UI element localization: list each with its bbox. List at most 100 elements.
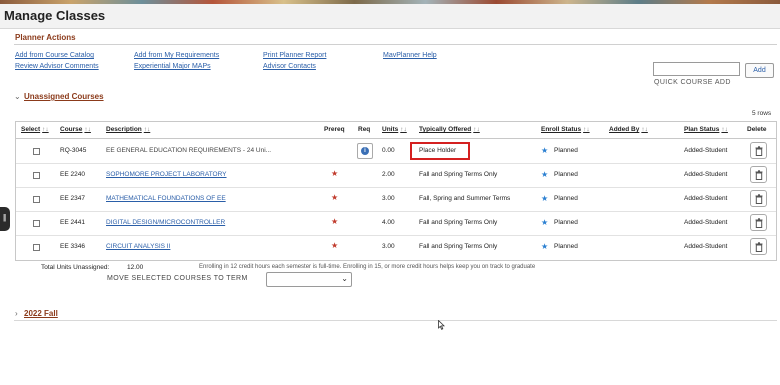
star-icon: ★: [541, 194, 549, 203]
delete-button[interactable]: [750, 166, 767, 183]
plan-status-value: Added-Student: [684, 147, 728, 154]
move-courses-label: MOVE SELECTED COURSES TO TERM: [107, 275, 248, 282]
chevron-right-icon[interactable]: ›: [15, 309, 18, 318]
delete-button[interactable]: [750, 190, 767, 207]
col-req: Req: [358, 126, 371, 133]
star-icon[interactable]: ★: [331, 217, 338, 226]
trash-icon: [755, 146, 763, 156]
units-value: 4.00: [382, 219, 395, 226]
units-value: 0.00: [382, 147, 395, 154]
course-code: EE 2240: [60, 171, 85, 178]
course-description-link[interactable]: CIRCUIT ANALYSIS II: [106, 243, 170, 250]
star-icon[interactable]: ★: [331, 241, 338, 250]
advisor-contacts-link[interactable]: Advisor Contacts: [263, 63, 316, 70]
course-code: EE 2347: [60, 195, 85, 202]
enroll-status-value: Planned: [554, 219, 578, 226]
col-added-by[interactable]: Added By ↑↓: [609, 126, 648, 133]
enroll-status-value: Planned: [554, 171, 578, 178]
star-icon: ★: [541, 146, 549, 155]
course-code: EE 2441: [60, 219, 85, 226]
plan-status-value: Added-Student: [684, 243, 728, 250]
delete-button[interactable]: [750, 142, 767, 159]
divider: [14, 44, 777, 45]
enroll-status-value: Planned: [554, 195, 578, 202]
typically-offered-value: Fall, Spring and Summer Terms: [419, 195, 511, 202]
col-prereq: Prereq: [324, 126, 345, 133]
trash-icon: [755, 218, 763, 228]
table-row: EE 2240 SOPHOMORE PROJECT LABORATORY ★ 2…: [16, 163, 776, 188]
table-row: EE 2347 MATHEMATICAL FOUNDATIONS OF EE ★…: [16, 187, 776, 212]
table-row: RQ-3045 EE GENERAL EDUCATION REQUIREMENT…: [16, 139, 776, 164]
star-icon: ★: [541, 218, 549, 227]
table-row: EE 3346 CIRCUIT ANALYSIS II ★ 3.00 Fall …: [16, 235, 776, 259]
col-typically-offered[interactable]: Typically Offered ↑↓: [419, 126, 480, 133]
col-enroll-status[interactable]: Enroll Status ↑↓: [541, 126, 590, 133]
delete-button[interactable]: [750, 214, 767, 231]
select-checkbox[interactable]: [33, 196, 40, 203]
select-checkbox[interactable]: [33, 148, 40, 155]
experiential-major-maps-link[interactable]: Experiential Major MAPs: [134, 63, 211, 70]
star-icon: ★: [541, 170, 549, 179]
title-bar: Manage Classes: [0, 4, 780, 29]
course-description-link[interactable]: DIGITAL DESIGN/MICROCONTROLLER: [106, 219, 225, 226]
info-icon[interactable]: i: [357, 143, 373, 159]
mavplanner-help-link[interactable]: MavPlanner Help: [383, 52, 437, 59]
table-header: Select ↑↓ Course ↑↓ Description ↑↓ Prereq R…: [16, 122, 776, 139]
total-units-label: Total Units Unassigned:: [41, 264, 110, 271]
units-value: 3.00: [382, 195, 395, 202]
enroll-status-value: Planned: [554, 243, 578, 250]
star-icon: ★: [541, 242, 549, 251]
add-from-requirements-link[interactable]: Add from My Requirements: [134, 52, 219, 59]
trash-icon: [755, 170, 763, 180]
col-select[interactable]: Select ↑↓: [21, 126, 49, 133]
row-count: 5 rows: [752, 110, 772, 117]
col-plan-status[interactable]: Plan Status ↑↓: [684, 126, 728, 133]
plan-status-value: Added-Student: [684, 195, 728, 202]
mouse-cursor-icon: [438, 320, 445, 330]
table-row: EE 2441 DIGITAL DESIGN/MICROCONTROLLER ★…: [16, 211, 776, 236]
unassigned-courses-toggle[interactable]: Unassigned Courses: [24, 92, 104, 101]
unassigned-courses-table: Select ↑↓ Course ↑↓ Description ↑↓ Prereq R…: [15, 121, 777, 261]
select-checkbox[interactable]: [33, 244, 40, 251]
enroll-status-value: Planned: [554, 147, 578, 154]
quick-course-add-label: QUICK COURSE ADD: [654, 79, 731, 86]
drag-handle-icon: ||: [3, 213, 6, 222]
chevron-down-icon[interactable]: ⌄: [14, 92, 21, 101]
add-from-course-catalog-link[interactable]: Add from Course Catalog: [15, 52, 94, 59]
review-advisor-comments-link[interactable]: Review Advisor Comments: [15, 63, 99, 70]
course-code: EE 3346: [60, 243, 85, 250]
course-code: RQ-3045: [60, 147, 87, 154]
col-description[interactable]: Description ↑↓: [106, 126, 150, 133]
col-units[interactable]: Units ↑↓: [382, 126, 407, 133]
select-checkbox[interactable]: [33, 220, 40, 227]
divider: [14, 320, 777, 321]
quick-course-add-input[interactable]: [653, 62, 740, 76]
typically-offered-value: Place Holder: [419, 147, 457, 154]
total-units-value: 12.00: [127, 264, 144, 271]
units-value: 2.00: [382, 171, 395, 178]
term-2022-fall-toggle[interactable]: 2022 Fall: [24, 309, 58, 318]
units-value: 3.00: [382, 243, 395, 250]
star-icon[interactable]: ★: [331, 193, 338, 202]
course-description: EE GENERAL EDUCATION REQUIREMENTS - 24 U…: [106, 147, 272, 154]
trash-icon: [755, 194, 763, 204]
star-icon[interactable]: ★: [331, 169, 338, 178]
plan-status-value: Added-Student: [684, 219, 728, 226]
planner-actions-heading: Planner Actions: [15, 33, 76, 42]
print-planner-report-link[interactable]: Print Planner Report: [263, 52, 326, 59]
typically-offered-value: Fall and Spring Terms Only: [419, 243, 498, 250]
side-panel-handle[interactable]: ||: [0, 207, 10, 231]
chevron-down-icon: ⌄: [341, 274, 348, 283]
move-to-term-select[interactable]: ⌄: [266, 272, 352, 287]
course-description-link[interactable]: SOPHOMORE PROJECT LABORATORY: [106, 171, 227, 178]
col-delete: Delete: [747, 126, 767, 133]
plan-status-value: Added-Student: [684, 171, 728, 178]
col-course[interactable]: Course ↑↓: [60, 126, 91, 133]
delete-button[interactable]: [750, 238, 767, 255]
quick-add-button[interactable]: Add: [745, 63, 774, 78]
typically-offered-value: Fall and Spring Terms Only: [419, 171, 498, 178]
select-checkbox[interactable]: [33, 172, 40, 179]
page-title: Manage Classes: [4, 8, 106, 23]
trash-icon: [755, 242, 763, 252]
course-description-link[interactable]: MATHEMATICAL FOUNDATIONS OF EE: [106, 195, 226, 202]
